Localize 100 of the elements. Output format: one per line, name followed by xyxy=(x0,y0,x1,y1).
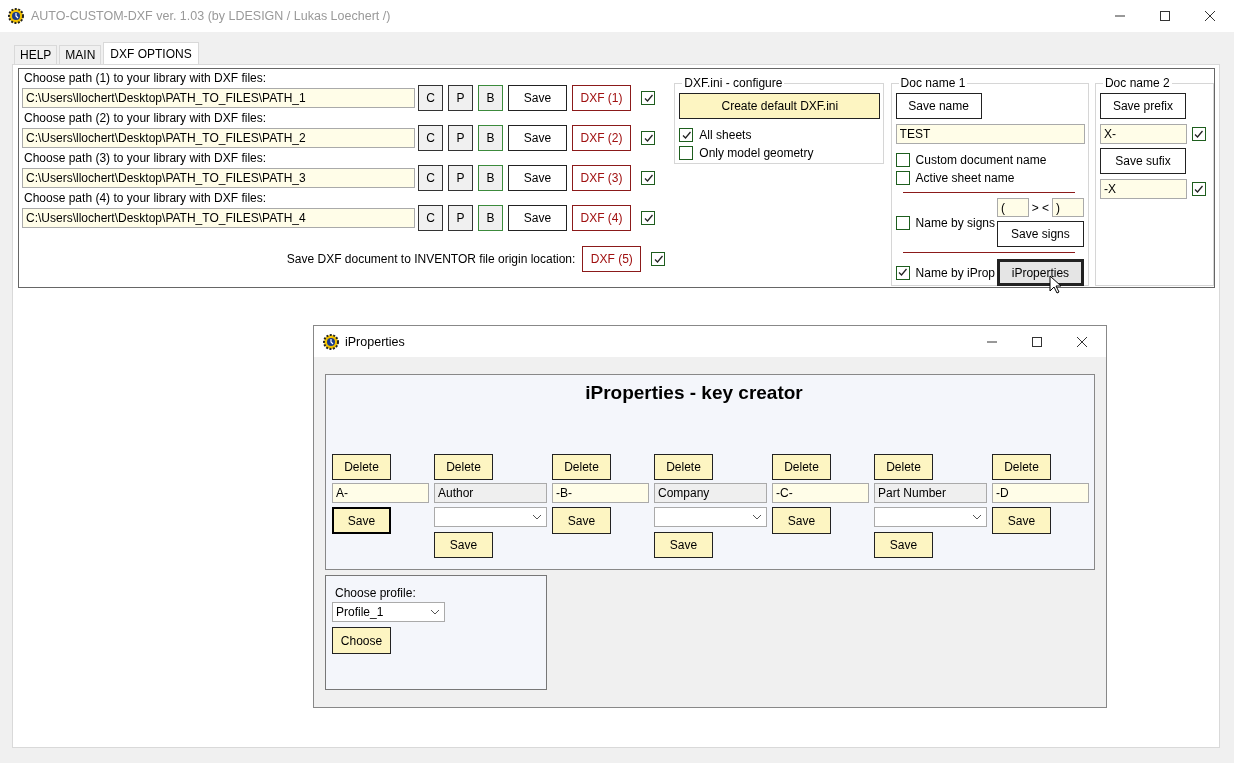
path-button[interactable]: B xyxy=(478,165,503,191)
path-field[interactable]: C:\Users\llochert\Desktop\PATH_TO_FILES\PATH_4 xyxy=(22,208,415,228)
path-button[interactable]: P xyxy=(448,165,473,191)
checkbox-label: Only model geometry xyxy=(699,146,814,160)
origin-label: Save DXF document to INVENTOR file origin location: xyxy=(286,252,576,266)
path-label: Choose path (2) to your library with DXF files: xyxy=(23,111,268,125)
property-field[interactable]: Part Number xyxy=(874,483,987,503)
path-label: Choose path (1) to your library with DXF files: xyxy=(23,71,268,85)
path-button[interactable]: B xyxy=(478,85,503,111)
path-field[interactable]: C:\Users\llochert\Desktop\PATH_TO_FILES\PATH_2 xyxy=(22,128,415,148)
path-button[interactable]: P xyxy=(448,85,473,111)
checkbox[interactable] xyxy=(1191,182,1206,196)
chevron-icon xyxy=(972,514,982,520)
save-button[interactable]: Save xyxy=(654,532,713,558)
window-title: AUTO-CUSTOM-DXF ver. 1.03 (by LDESIGN / Lukas Loechert /) xyxy=(31,9,391,23)
checkbox[interactable] xyxy=(641,131,655,145)
delete-button[interactable]: Delete xyxy=(874,454,933,480)
close-icon[interactable] xyxy=(1076,335,1088,348)
suffix-field[interactable]: -X xyxy=(1099,179,1187,199)
create-ini-button[interactable]: Create default DXF.ini xyxy=(679,93,881,119)
app-logo-icon xyxy=(8,8,24,24)
save-signs-button[interactable]: Save signs xyxy=(996,221,1084,247)
checkbox[interactable] xyxy=(895,215,910,230)
maximize-icon[interactable] xyxy=(1159,10,1171,22)
delete-button[interactable]: Delete xyxy=(654,454,713,480)
dxf-button[interactable]: DXF (3) xyxy=(572,165,631,191)
group-title: DXF.ini - configure xyxy=(684,76,783,90)
path-field[interactable]: C:\Users\llochert\Desktop\PATH_TO_FILES\PATH_3 xyxy=(22,168,415,188)
prefix-field[interactable]: X- xyxy=(1099,124,1187,144)
group-title: Doc name 2 xyxy=(1104,76,1170,90)
save-button[interactable]: Save xyxy=(332,507,391,534)
dialog-title: iProperties xyxy=(345,334,405,349)
delete-button[interactable]: Delete xyxy=(552,454,611,480)
tab[interactable]: MAIN xyxy=(59,45,102,64)
close-icon[interactable] xyxy=(1204,10,1216,22)
save-button[interactable]: Save xyxy=(434,532,493,558)
dxf-button[interactable]: DXF (1) xyxy=(572,85,631,111)
delete-button[interactable]: Delete xyxy=(772,454,831,480)
path-button[interactable]: P xyxy=(448,125,473,151)
key-field[interactable]: -B- xyxy=(552,483,649,503)
maximize-icon[interactable] xyxy=(1031,335,1043,348)
checkbox[interactable] xyxy=(895,265,910,280)
path-label: Choose path (3) to your library with DXF files: xyxy=(23,151,268,165)
path-button[interactable]: B xyxy=(478,205,503,231)
save-button[interactable]: Save xyxy=(874,532,933,558)
path-button[interactable]: C xyxy=(418,165,443,191)
checkbox-label: Custom document name xyxy=(915,153,1047,167)
checkbox[interactable] xyxy=(1191,127,1206,141)
dxf-button[interactable]: DXF (5) xyxy=(582,246,642,272)
path-button[interactable]: C xyxy=(418,205,443,231)
path-button[interactable]: C xyxy=(418,85,443,111)
save-name-button[interactable]: Save name xyxy=(895,93,982,119)
choose-button[interactable]: Choose xyxy=(332,627,391,654)
tab[interactable]: HELP xyxy=(14,45,58,64)
checkbox[interactable] xyxy=(641,91,655,105)
key-field[interactable]: A- xyxy=(332,483,429,503)
path-button[interactable]: P xyxy=(448,205,473,231)
panel-heading: iProperties - key creator xyxy=(585,382,803,403)
checkbox[interactable] xyxy=(679,128,694,142)
delete-button[interactable]: Delete xyxy=(992,454,1051,480)
checkbox[interactable] xyxy=(895,153,910,167)
save-button[interactable]: Save xyxy=(992,507,1051,534)
key-field[interactable]: -D xyxy=(992,483,1089,503)
save-button[interactable]: Save xyxy=(772,507,831,534)
chevron-icon xyxy=(752,514,762,520)
save-button[interactable]: Save xyxy=(508,165,567,191)
property-field[interactable]: Company xyxy=(654,483,767,503)
iproperties-button[interactable]: iProperties xyxy=(996,259,1084,286)
checkbox[interactable] xyxy=(895,171,910,185)
profile-dropdown[interactable]: Profile_1 xyxy=(332,602,445,622)
save-prefix-button[interactable]: Save prefix xyxy=(1099,93,1186,119)
app-logo-icon xyxy=(323,333,339,350)
checkbox[interactable] xyxy=(651,252,666,266)
checkbox[interactable] xyxy=(641,171,655,185)
checkbox[interactable] xyxy=(679,146,694,160)
name-field[interactable]: TEST xyxy=(895,124,1085,144)
chevron-icon xyxy=(430,609,440,615)
property-field[interactable]: Author xyxy=(434,483,547,503)
save-suffix-button[interactable]: Save sufix xyxy=(1099,148,1186,174)
dxf-button[interactable]: DXF (4) xyxy=(572,205,631,231)
checkbox-label: Name by iProp xyxy=(915,265,995,280)
group-title: Doc name 1 xyxy=(900,76,966,90)
save-button[interactable]: Save xyxy=(508,205,567,231)
delete-button[interactable]: Delete xyxy=(332,454,391,480)
path-button[interactable]: B xyxy=(478,125,503,151)
dxf-button[interactable]: DXF (2) xyxy=(572,125,631,151)
checkbox[interactable] xyxy=(641,211,655,225)
key-field[interactable]: -C- xyxy=(772,483,869,503)
path-field[interactable]: C:\Users\llochert\Desktop\PATH_TO_FILES\PATH_1 xyxy=(22,88,415,108)
path-label: Choose path (4) to your library with DXF files: xyxy=(23,191,268,205)
path-button[interactable]: C xyxy=(418,125,443,151)
sign-field[interactable]: ) xyxy=(1051,198,1084,217)
sign-field[interactable]: ( xyxy=(996,198,1029,217)
save-button[interactable]: Save xyxy=(508,85,567,111)
tab[interactable]: DXF OPTIONS xyxy=(103,42,199,64)
checkbox-label: Name by signs xyxy=(915,215,995,230)
profile-label: Choose profile: xyxy=(334,586,417,600)
save-button[interactable]: Save xyxy=(552,507,611,534)
save-button[interactable]: Save xyxy=(508,125,567,151)
delete-button[interactable]: Delete xyxy=(434,454,493,480)
